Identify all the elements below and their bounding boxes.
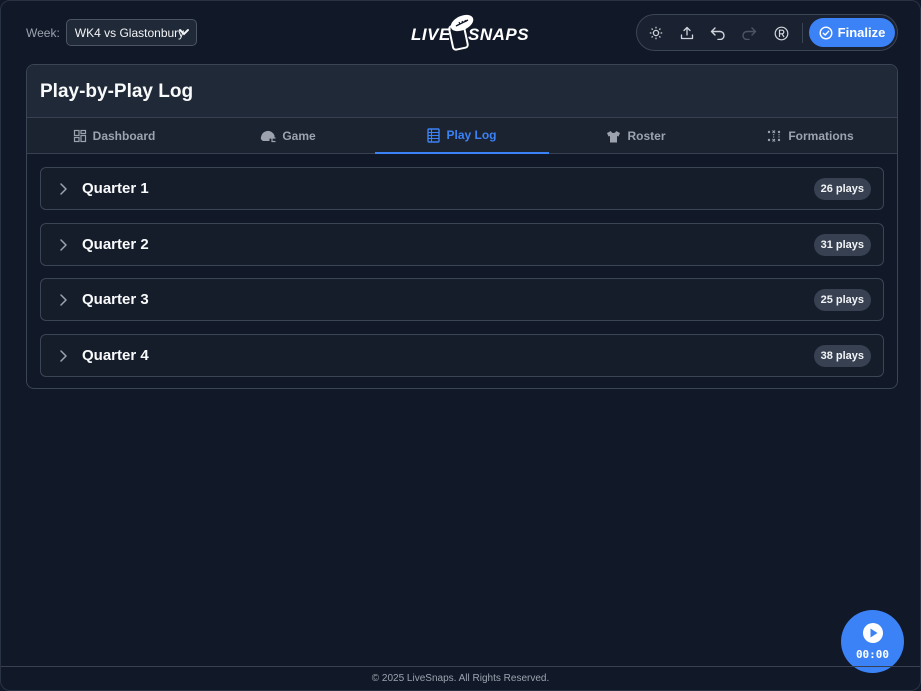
chevron-down-icon (178, 29, 189, 36)
game-timer-button[interactable]: 00:00 (841, 610, 904, 673)
footer-divider (1, 666, 920, 667)
footer-text: © 2025 LiveSnaps. All Rights Reserved. (371, 673, 550, 684)
play-count-badge: 31 plays (813, 233, 871, 256)
play-count-unit: plays (835, 183, 864, 195)
quarter-label: Quarter 4 (82, 346, 149, 364)
registered-icon (774, 26, 788, 40)
finalize-label: Finalize (837, 25, 886, 40)
play-count: 38 (820, 349, 833, 362)
page-title: Play-by-Play Log (40, 81, 194, 102)
tab-game-label: Game (282, 129, 316, 143)
check-circle-icon (819, 25, 833, 40)
quarter-row-2[interactable]: Quarter 2 31 plays (40, 222, 884, 266)
logo: LIVE SNAPS (411, 13, 529, 53)
tab-play-log[interactable]: Play Log (375, 118, 549, 154)
theme-toggle-button[interactable] (646, 23, 666, 43)
tab-roster[interactable]: Roster (549, 118, 723, 154)
week-select-value: WK4 vs Glastonbury (74, 25, 185, 40)
upload-icon (680, 26, 694, 40)
app-window: Week: WK4 vs Glastonbury LIVE SNAPS Fina… (0, 0, 921, 691)
quarter-label: Quarter 1 (82, 180, 149, 197)
toolbar: Finalize (636, 14, 898, 51)
formation-icon (768, 130, 781, 142)
play-count-unit: plays (835, 238, 864, 251)
redo-icon (742, 27, 757, 40)
chevron-right-icon (60, 349, 67, 362)
helmet-icon (261, 130, 276, 143)
undo-button[interactable] (708, 23, 728, 43)
quarter-row-3[interactable]: Quarter 3 25 plays (40, 278, 884, 321)
week-select[interactable]: WK4 vs Glastonbury (65, 19, 197, 46)
play-count: 31 (820, 238, 833, 251)
play-count: 26 (820, 183, 833, 195)
tab-roster-label: Roster (627, 129, 666, 143)
tab-bar: Dashboard Game Play Log Roster Formation… (27, 118, 897, 154)
week-label: Week: (26, 25, 60, 40)
play-count-badge: 26 plays (813, 178, 871, 200)
tab-dashboard-label: Dashboard (92, 129, 156, 143)
tab-play-log-label: Play Log (446, 128, 497, 142)
tab-formations[interactable]: Formations (723, 118, 897, 154)
dashboard-icon (73, 129, 86, 143)
play-count-unit: plays (835, 294, 864, 306)
export-button[interactable] (677, 23, 697, 43)
quarter-row-1[interactable]: Quarter 1 26 plays (40, 167, 884, 210)
top-bar: Week: WK4 vs Glastonbury LIVE SNAPS Fina… (1, 1, 920, 63)
finalize-button[interactable]: Finalize (809, 18, 895, 47)
timer-display: 00:00 (855, 648, 890, 661)
tab-formations-label: Formations (788, 129, 854, 143)
chevron-right-icon (60, 183, 67, 195)
toolbar-divider (802, 23, 803, 43)
play-count-badge: 25 plays (813, 289, 871, 311)
play-count-badge: 38 plays (813, 344, 871, 367)
play-count-unit: plays (835, 349, 864, 362)
quarter-row-4[interactable]: Quarter 4 38 plays (40, 333, 884, 377)
quarter-label: Quarter 3 (82, 291, 149, 308)
reset-button[interactable] (771, 23, 791, 43)
undo-icon (710, 27, 725, 40)
chevron-right-icon (60, 238, 67, 251)
list-icon (427, 127, 441, 143)
tab-game[interactable]: Game (201, 118, 375, 154)
quarter-list: Quarter 1 26 plays Quarter 2 31 plays Qu… (27, 154, 897, 377)
play-icon (862, 623, 883, 643)
logo-text-snaps: SNAPS (468, 25, 530, 44)
tab-dashboard[interactable]: Dashboard (27, 118, 201, 154)
play-log-card: Play-by-Play Log Dashboard Game Play Log… (26, 64, 898, 389)
quarter-label: Quarter 2 (82, 235, 149, 253)
card-header: Play-by-Play Log (27, 65, 897, 118)
chevron-right-icon (60, 294, 67, 306)
jersey-icon (607, 130, 621, 142)
play-count: 25 (820, 294, 833, 306)
week-picker: Week: WK4 vs Glastonbury (26, 19, 197, 46)
redo-button[interactable] (739, 23, 759, 43)
sun-icon (649, 26, 663, 40)
